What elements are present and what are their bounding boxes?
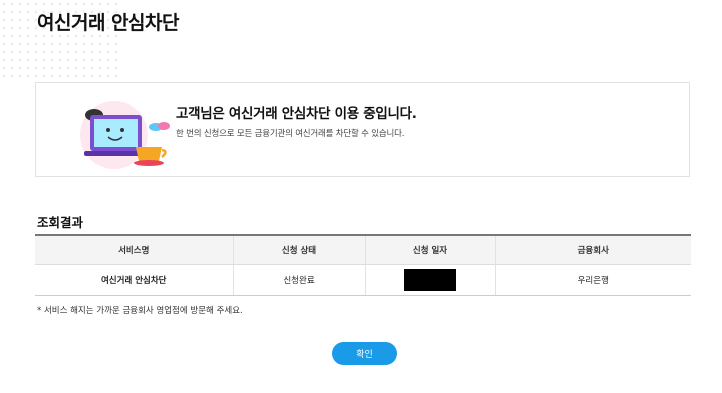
table-header-row: 서비스명 신청 상태 신청 일자 금융회사 <box>35 234 691 265</box>
redacted-date <box>404 269 456 291</box>
results-table: 서비스명 신청 상태 신청 일자 금융회사 여신거래 안심차단 신청완료 우리은… <box>35 234 691 296</box>
info-banner: 고객님은 여신거래 안심차단 이용 중입니다. 한 번의 신청으로 모든 금융기… <box>35 82 690 177</box>
cell-status: 신청완료 <box>232 264 365 296</box>
cell-date <box>364 264 495 296</box>
column-header-date: 신청 일자 <box>364 234 495 265</box>
cell-service: 여신거래 안심차단 <box>35 264 233 296</box>
info-heading: 고객님은 여신거래 안심차단 이용 중입니다. <box>176 106 417 122</box>
cell-company: 우리은행 <box>494 264 691 296</box>
column-header-status: 신청 상태 <box>232 234 365 265</box>
column-header-service: 서비스명 <box>35 234 233 265</box>
page-title: 여신거래 안심차단 <box>37 12 179 34</box>
column-header-company: 금융회사 <box>494 234 691 265</box>
table-row: 여신거래 안심차단 신청완료 우리은행 <box>35 264 691 296</box>
service-note: * 서비스 해지는 가까운 금융회사 영업점에 방문해 주세요. <box>37 306 243 316</box>
info-description: 한 번의 신청으로 모든 금융기관의 여신거래를 차단할 수 있습니다. <box>176 129 405 139</box>
results-section-title: 조회결과 <box>37 215 84 230</box>
confirm-button[interactable]: 확인 <box>332 342 397 365</box>
